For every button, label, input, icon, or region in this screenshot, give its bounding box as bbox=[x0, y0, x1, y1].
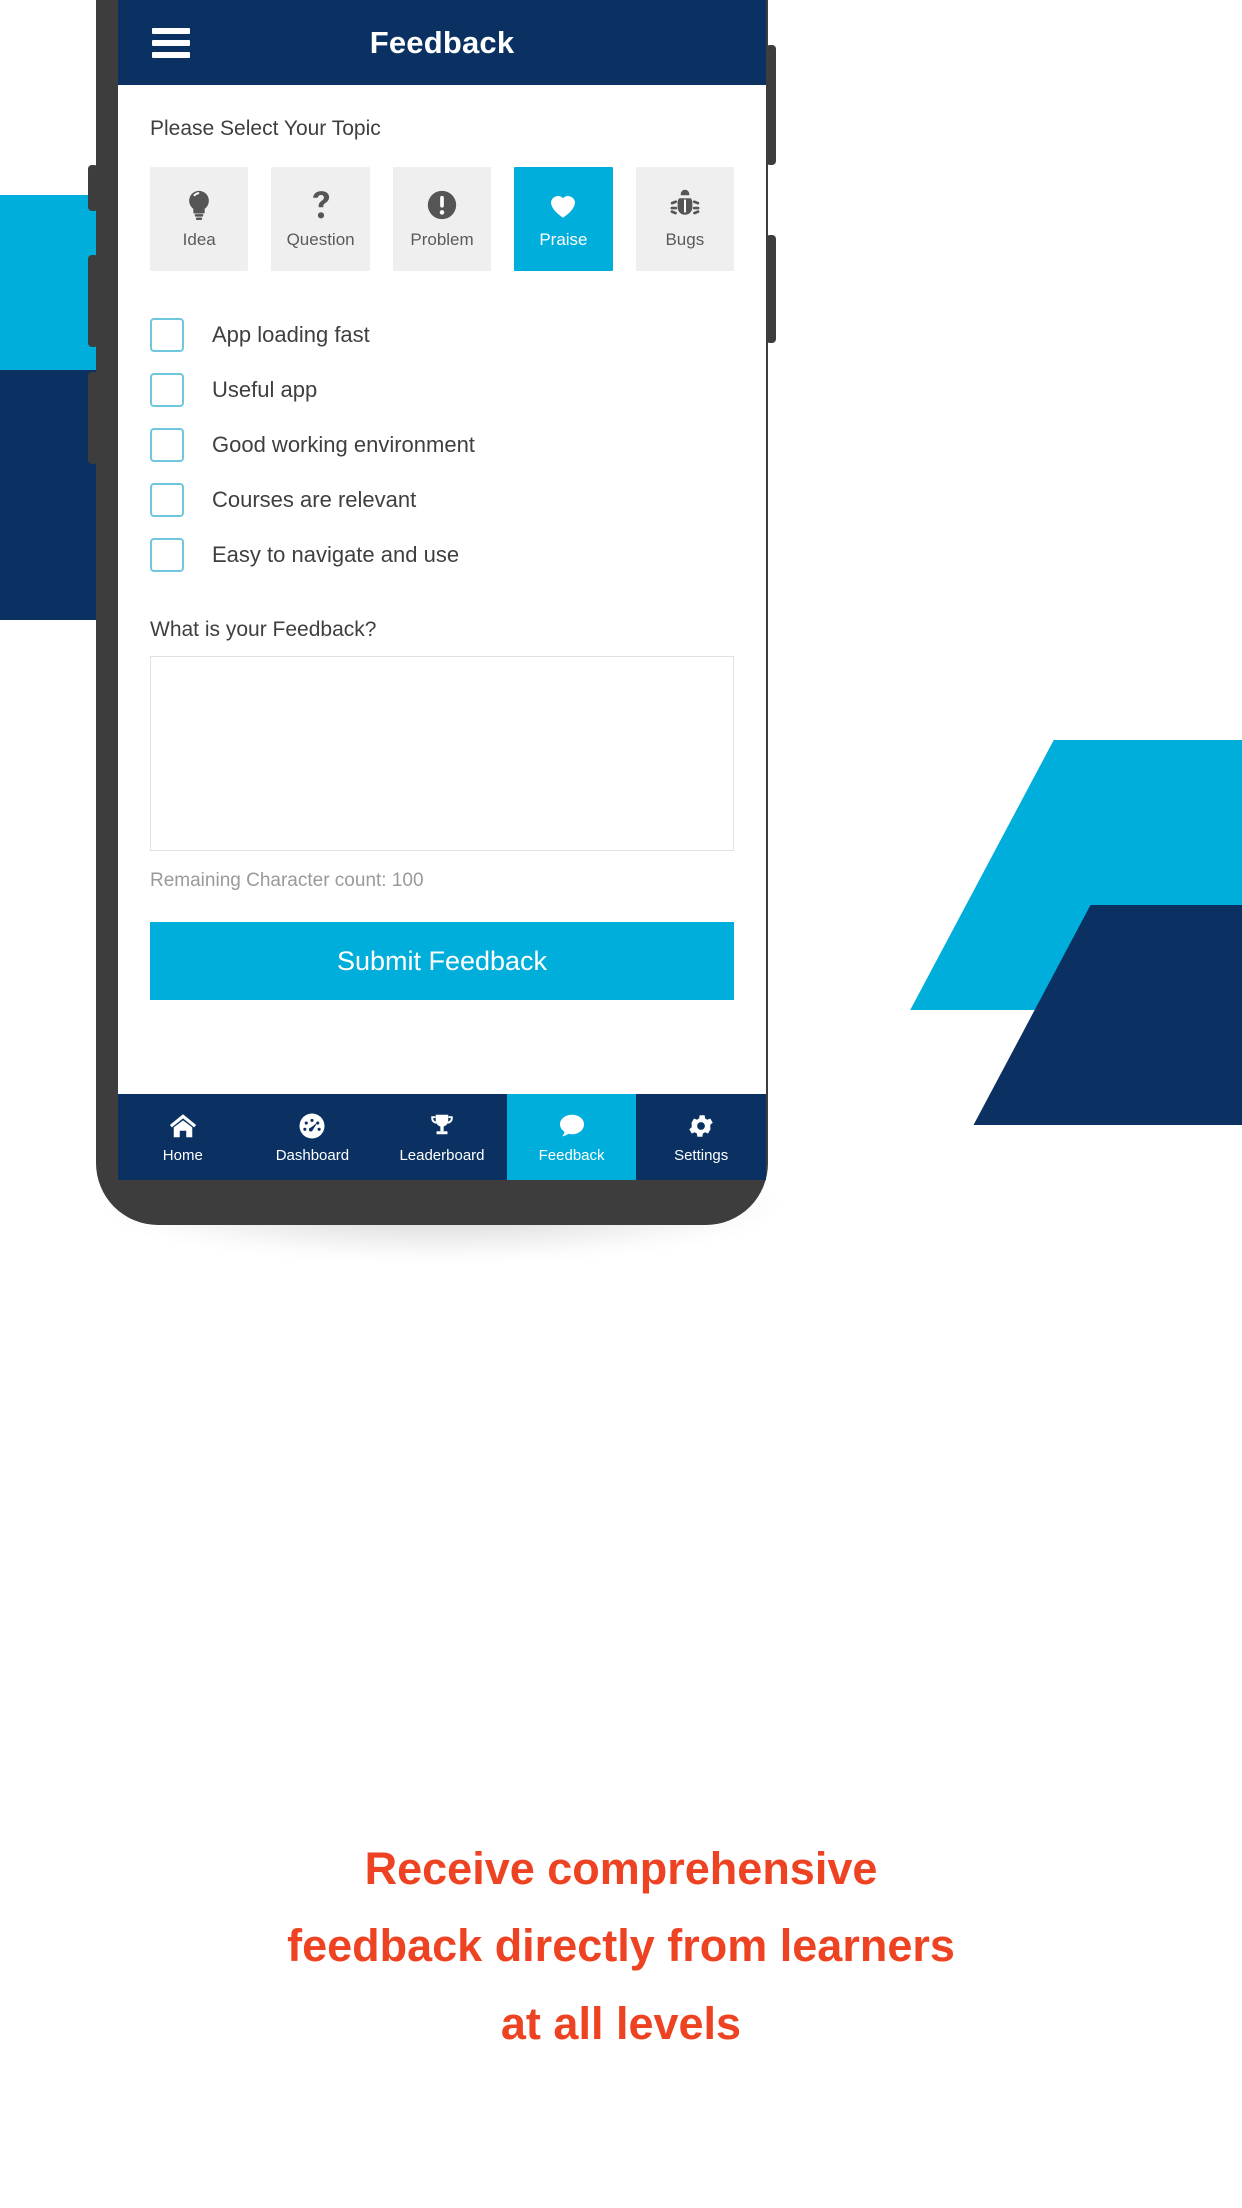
topic-card-label: Praise bbox=[539, 230, 588, 249]
topic-section-label: Please Select Your Topic bbox=[150, 117, 381, 140]
topic-card-question[interactable]: Question bbox=[271, 167, 370, 271]
checkbox-courses-are-relevant[interactable] bbox=[150, 482, 184, 517]
feedback-checkbox-list: App loading fast Useful app Good working… bbox=[150, 307, 734, 582]
checkbox-label: Useful app bbox=[212, 376, 318, 402]
question-mark-icon bbox=[304, 188, 338, 222]
nav-item-feedback[interactable]: Feedback bbox=[506, 1094, 637, 1180]
page-root: Feedback Please Select Your Topic Idea Q… bbox=[0, 0, 1242, 2208]
checkbox-good-working-environment[interactable] bbox=[150, 427, 184, 462]
checkbox-row[interactable]: Good working environment bbox=[150, 417, 734, 472]
checkbox-row[interactable]: Courses are relevant bbox=[150, 472, 734, 527]
tagline: Receive comprehensive feedback directly … bbox=[0, 1830, 1242, 2062]
nav-item-dashboard[interactable]: Dashboard bbox=[248, 1094, 378, 1180]
checkbox-label: App loading fast bbox=[212, 321, 370, 347]
nav-item-label: Settings bbox=[674, 1146, 729, 1164]
lightbulb-icon bbox=[182, 188, 216, 222]
nav-item-label: Home bbox=[162, 1146, 203, 1164]
topic-card-group: Idea Question Problem Praise Bugs bbox=[150, 167, 735, 271]
nav-item-home[interactable]: Home bbox=[118, 1094, 248, 1180]
feedback-textarea[interactable] bbox=[150, 656, 734, 851]
topic-card-label: Question bbox=[286, 230, 355, 249]
hamburger-menu-icon[interactable] bbox=[152, 27, 190, 58]
app-header: Feedback bbox=[118, 0, 766, 85]
checkbox-useful-app[interactable] bbox=[150, 372, 184, 407]
page-title: Feedback bbox=[369, 24, 515, 60]
tagline-line-2: feedback directly from learners bbox=[287, 1920, 955, 1972]
checkbox-label: Easy to navigate and use bbox=[212, 541, 460, 567]
nav-item-settings[interactable]: Settings bbox=[636, 1094, 766, 1180]
phone-screen: Feedback Please Select Your Topic Idea Q… bbox=[118, 0, 766, 1180]
phone-frame: Feedback Please Select Your Topic Idea Q… bbox=[88, 0, 776, 1225]
checkbox-row[interactable]: Useful app bbox=[150, 362, 734, 417]
nav-item-label: Leaderboard bbox=[399, 1146, 485, 1164]
gear-icon bbox=[686, 1111, 716, 1141]
bug-icon bbox=[668, 188, 702, 222]
decorative-shape-right-navy bbox=[973, 905, 1242, 1125]
checkbox-app-loading-fast[interactable] bbox=[150, 317, 184, 352]
checkbox-label: Courses are relevant bbox=[212, 486, 417, 512]
topic-card-praise[interactable]: Praise bbox=[514, 167, 613, 271]
checkbox-label: Good working environment bbox=[212, 431, 475, 457]
chat-bubble-icon bbox=[557, 1111, 587, 1141]
heart-icon bbox=[546, 188, 580, 222]
phone-button-left-bottom bbox=[88, 372, 98, 464]
nav-item-label: Dashboard bbox=[275, 1146, 350, 1164]
tagline-line-3: at all levels bbox=[500, 1997, 742, 2049]
nav-item-label: Feedback bbox=[538, 1146, 605, 1164]
topic-card-problem[interactable]: Problem bbox=[392, 167, 492, 271]
phone-button-left-middle bbox=[88, 255, 98, 347]
gauge-icon bbox=[297, 1111, 327, 1141]
nav-item-leaderboard[interactable]: Leaderboard bbox=[377, 1094, 507, 1180]
topic-card-idea[interactable]: Idea bbox=[150, 167, 249, 271]
remaining-character-count: Remaining Character count: 100 bbox=[150, 870, 424, 891]
decorative-shape-right-cyan bbox=[910, 740, 1242, 1010]
app-content: Please Select Your Topic Idea Question P… bbox=[118, 117, 766, 1000]
checkbox-row[interactable]: Easy to navigate and use bbox=[150, 527, 734, 582]
phone-button-left-top bbox=[88, 165, 98, 211]
bottom-navigation-bar: Home Dashboard Leaderboard Feedback Sett… bbox=[118, 1094, 766, 1180]
tagline-line-1: Receive comprehensive bbox=[364, 1843, 878, 1894]
feedback-textarea-label: What is your Feedback? bbox=[150, 618, 377, 641]
topic-card-label: Problem bbox=[410, 230, 474, 249]
topic-card-label: Idea bbox=[182, 230, 216, 249]
phone-button-right-bottom bbox=[766, 235, 776, 343]
home-icon bbox=[168, 1111, 198, 1141]
phone-button-right-top bbox=[766, 45, 776, 165]
checkbox-easy-to-navigate-and-use[interactable] bbox=[150, 537, 184, 572]
checkbox-row[interactable]: App loading fast bbox=[150, 307, 734, 362]
submit-feedback-button[interactable]: Submit Feedback bbox=[150, 922, 734, 1000]
trophy-icon bbox=[427, 1111, 457, 1141]
topic-card-label: Bugs bbox=[665, 230, 705, 249]
topic-card-bugs[interactable]: Bugs bbox=[635, 167, 735, 271]
exclamation-circle-icon bbox=[425, 188, 459, 222]
